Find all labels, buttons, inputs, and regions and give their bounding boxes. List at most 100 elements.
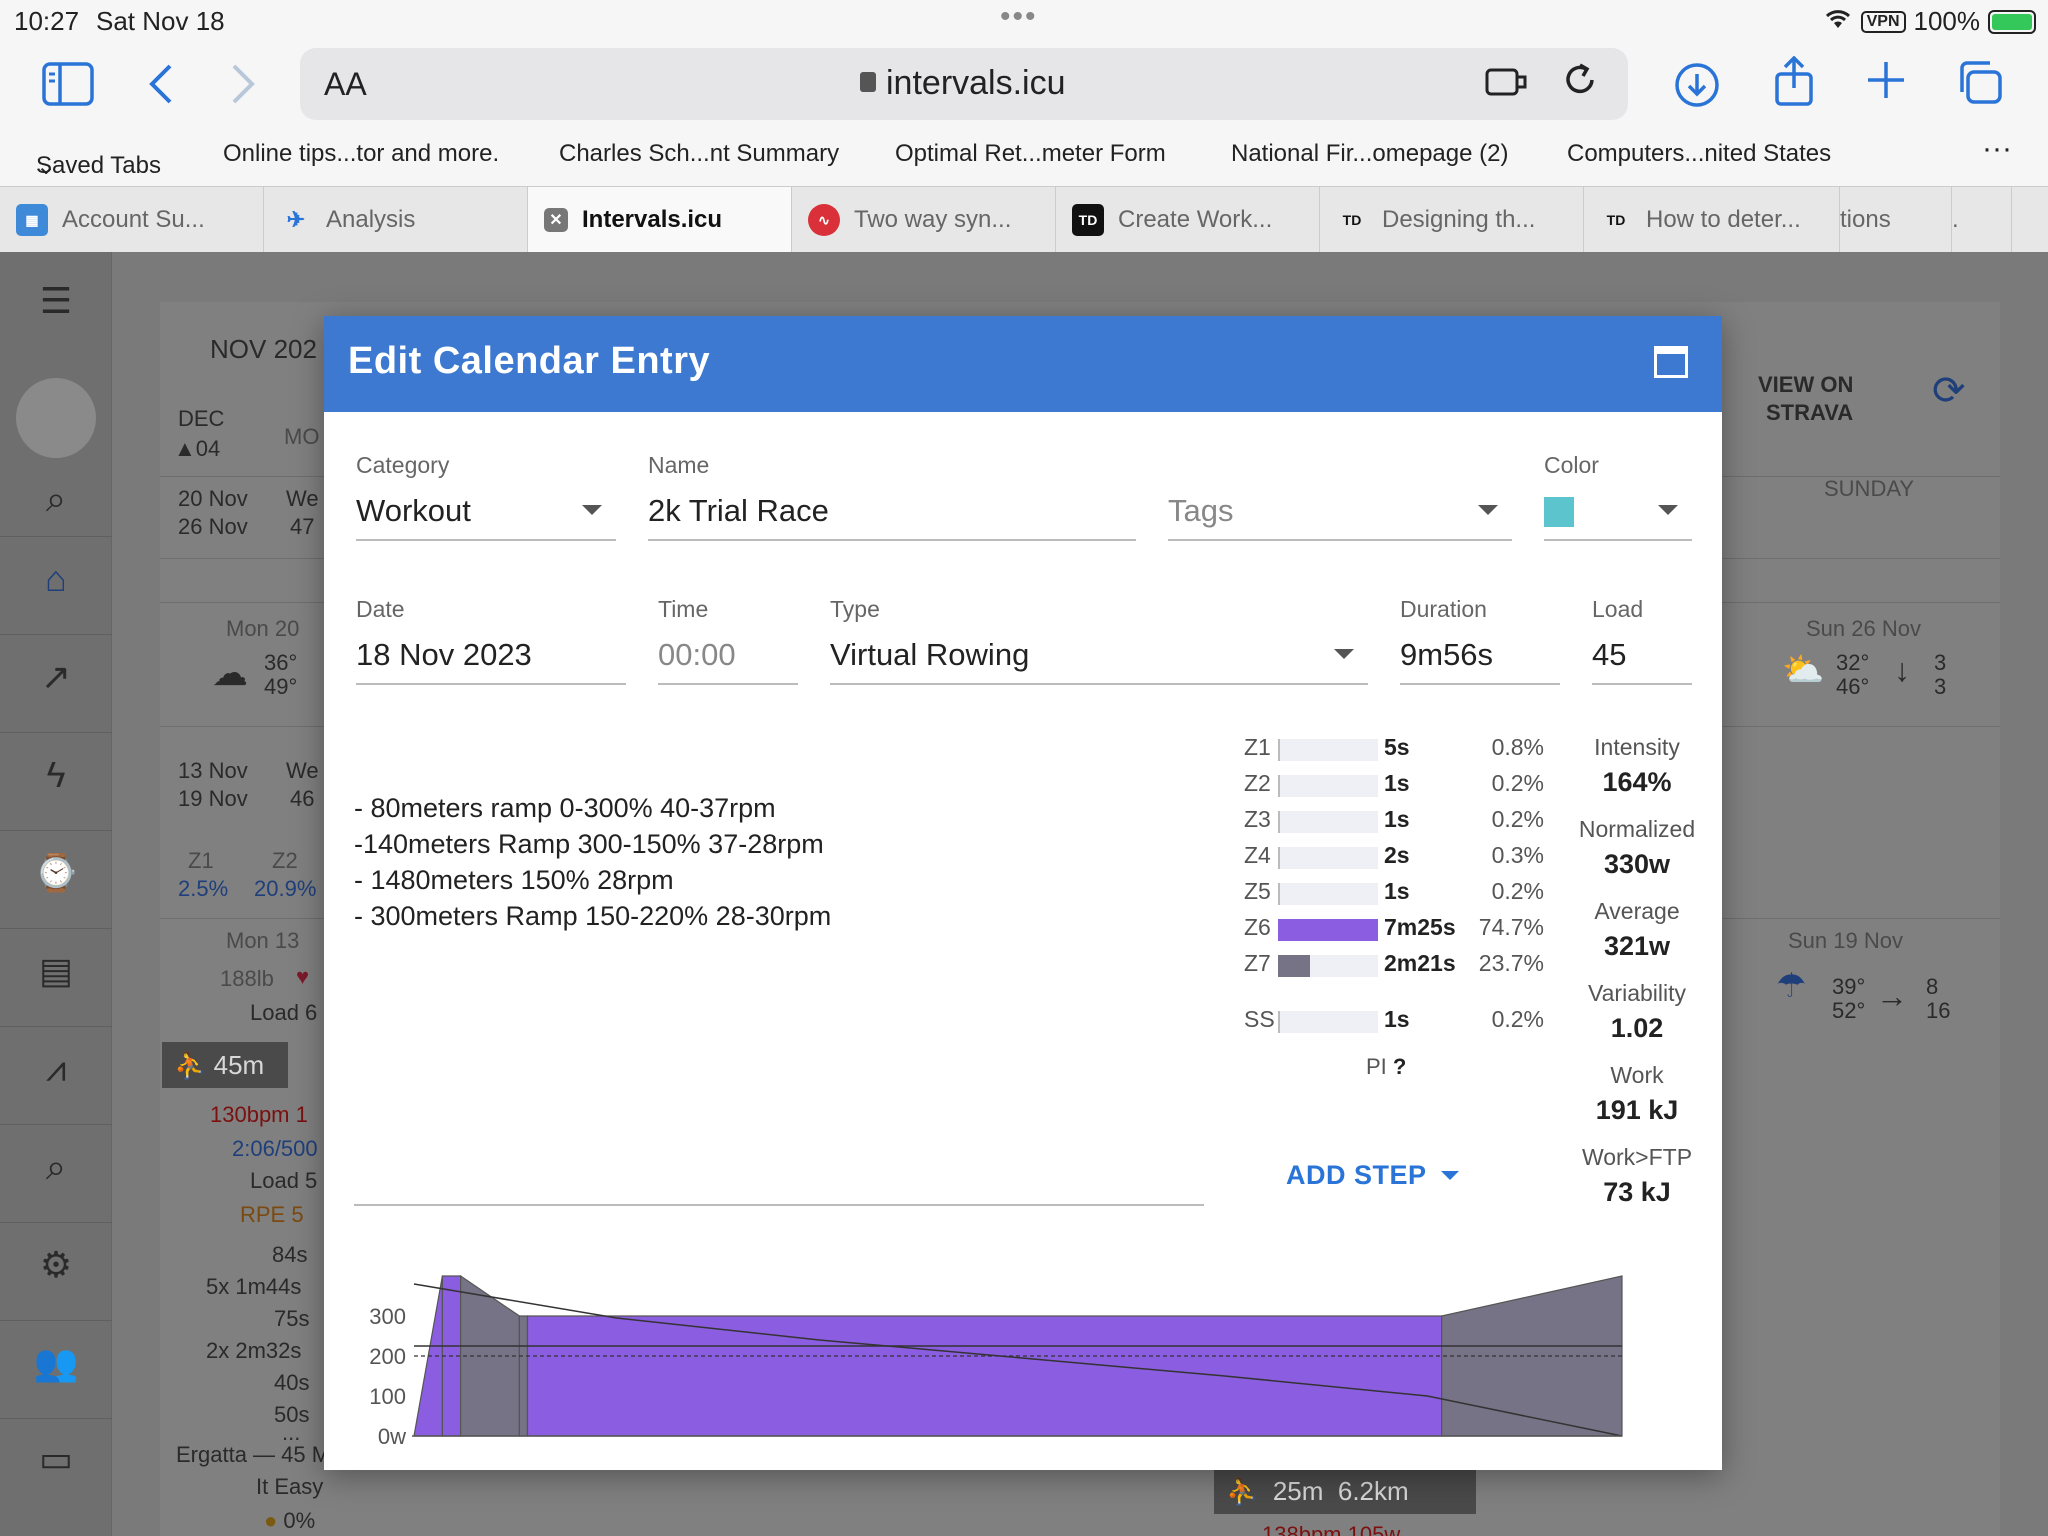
sidebar-toggle-icon[interactable] <box>42 62 94 114</box>
bookmark-item[interactable]: Online tips...tor and more. <box>223 140 499 168</box>
metric-work-ftp: Work>FTP 73 kJ <box>1552 1144 1722 1208</box>
tags-select[interactable]: Tags <box>1168 452 1512 541</box>
zone-value: 2.5% <box>178 876 229 901</box>
refresh-icon[interactable]: ⟳ <box>1932 368 1966 414</box>
metric-intensity: Intensity 164% <box>1552 734 1722 798</box>
zone-bar <box>1278 775 1378 797</box>
pi-indicator: PI ? <box>1366 1054 1407 1079</box>
zone-bar-fill <box>1278 811 1280 833</box>
chat-icon[interactable]: ▭ <box>30 1438 82 1480</box>
new-tab-icon[interactable] <box>1866 60 1906 108</box>
zone-name: Z1 <box>1244 734 1271 760</box>
back-icon[interactable] <box>146 62 176 114</box>
view-on-strava-link[interactable]: VIEW ON <box>1758 372 1853 398</box>
time-field[interactable]: Time 00:00 <box>658 596 798 685</box>
gear-icon[interactable]: ⚙ <box>30 1244 82 1286</box>
vpn-badge: VPN <box>1860 10 1906 33</box>
multitasking-dots[interactable]: ••• <box>1000 0 1038 34</box>
duration-value[interactable]: 9m56s <box>1400 635 1560 685</box>
bookmark-item[interactable]: Optimal Ret...meter Form <box>895 140 1166 168</box>
address-bar[interactable]: AA intervals.icu <box>300 48 1628 120</box>
tab-how-to-determine[interactable]: TD How to deter... <box>1584 187 1840 253</box>
tab-label: How to deter... <box>1646 206 1801 233</box>
people-icon[interactable]: 👥 <box>30 1342 82 1384</box>
view-on-strava-link[interactable]: STRAVA <box>1766 400 1853 426</box>
share-icon[interactable] <box>1772 55 1816 116</box>
extension-icon[interactable] <box>1484 64 1528 107</box>
zone-bar <box>1278 739 1378 761</box>
calendar-month: NOV 202 <box>210 334 317 364</box>
weekday-header: SUNDAY <box>1824 476 1915 501</box>
trend-icon[interactable]: ↗ <box>30 656 82 698</box>
status-time: 10:27 <box>14 6 80 36</box>
chart-y-tick: 200 <box>369 1344 406 1369</box>
zone-bar <box>1278 883 1378 905</box>
bank-icon: ▦ <box>16 204 48 236</box>
zone-label: Z2 <box>272 848 298 873</box>
tab-partial[interactable]: . <box>1952 187 2012 253</box>
url-host[interactable]: intervals.icu <box>860 64 1066 103</box>
date-value[interactable]: 18 Nov 2023 <box>356 635 626 685</box>
bookmark-item[interactable]: Computers...nited States <box>1567 140 1831 168</box>
arrow-down-icon: ↓ <box>1894 652 1910 688</box>
tab-create-workout[interactable]: TD Create Work... <box>1056 187 1320 253</box>
search-icon[interactable]: ⌕ <box>30 1146 82 1189</box>
wind-value: 3 <box>1934 650 1947 675</box>
load-value[interactable]: 45 <box>1592 635 1692 685</box>
tab-intervals[interactable]: ✕ Intervals.icu <box>528 187 792 253</box>
reader-aa-button[interactable]: AA <box>324 66 367 103</box>
activity-bar[interactable]: ⛹ 45m <box>162 1042 288 1088</box>
zone-name: SS <box>1244 1006 1275 1032</box>
type-label: Type <box>830 596 880 622</box>
zone-bar <box>1278 847 1378 869</box>
watch-icon[interactable]: ⌚ <box>30 852 82 894</box>
date-field[interactable]: Date 18 Nov 2023 <box>356 596 626 685</box>
duration-label: Duration <box>1400 596 1487 622</box>
tab-overview-icon[interactable] <box>1956 60 2004 114</box>
add-step-button[interactable]: ADD STEP <box>1286 1160 1459 1191</box>
bookmark-item[interactable]: Charles Sch...nt Summary <box>559 140 839 168</box>
search-icon[interactable]: ⌕ <box>30 478 82 521</box>
zone-bar <box>1278 919 1378 941</box>
avatar[interactable] <box>16 378 96 458</box>
tab-account-summary[interactable]: ▦ Account Su... <box>0 187 264 253</box>
activity-hr: 138bpm 105w <box>1262 1522 1401 1536</box>
bookmark-item[interactable]: National Fir...omepage (2) <box>1231 140 1508 168</box>
bolt-icon[interactable]: ϟ <box>30 754 82 796</box>
more-icon[interactable]: ··· <box>1982 132 2012 166</box>
dialog-title: Edit Calendar Entry <box>348 340 711 382</box>
tab-two-way-sync[interactable]: ∿ Two way syn... <box>792 187 1056 253</box>
name-field[interactable]: Name 2k Trial Race <box>648 452 1136 541</box>
tab-partial[interactable]: tions <box>1840 187 1952 253</box>
zone-value: 20.9% <box>254 876 317 901</box>
menu-icon[interactable]: ☰ <box>30 280 82 322</box>
pulse-icon: ∿ <box>808 204 840 236</box>
day-label: Sun 26 Nov <box>1806 616 1921 641</box>
calendar-clock-icon[interactable]: ▤ <box>30 950 82 992</box>
load-value: Load 6 <box>250 1000 318 1025</box>
week-range: 20 Nov <box>178 486 248 511</box>
load-field[interactable]: Load 45 <box>1592 596 1692 685</box>
reload-icon[interactable] <box>1562 62 1598 107</box>
time-placeholder[interactable]: 00:00 <box>658 635 798 685</box>
close-icon[interactable]: ✕ <box>544 208 568 232</box>
workout-description[interactable]: - 80meters ramp 0-300% 40-37rpm -140mete… <box>354 790 831 934</box>
type-select[interactable]: Type Virtual Rowing <box>830 596 1368 685</box>
duration-field[interactable]: Duration 9m56s <box>1400 596 1560 685</box>
tab-analysis[interactable]: ✈ Analysis <box>264 187 528 253</box>
name-value[interactable]: 2k Trial Race <box>648 491 1136 541</box>
color-select[interactable]: Color <box>1544 452 1692 541</box>
category-select[interactable]: Category Workout <box>356 452 616 541</box>
tab-label: . <box>1952 206 1959 233</box>
activity-bar[interactable]: ⛹ 25m 6.2km <box>1214 1468 1476 1514</box>
zone-name: Z4 <box>1244 842 1271 868</box>
zone-bar-fill <box>1278 955 1310 977</box>
download-icon[interactable] <box>1674 62 1720 116</box>
home-icon[interactable]: ⌂ <box>30 558 82 600</box>
tab-designing[interactable]: TD Designing th... <box>1320 187 1584 253</box>
week-info: We <box>286 758 319 783</box>
chart-lines-icon[interactable]: ⩘ <box>30 1048 82 1091</box>
forward-icon[interactable] <box>228 62 258 114</box>
zone-percent: 0.3% <box>1491 842 1544 868</box>
maximize-icon[interactable] <box>1654 346 1688 378</box>
